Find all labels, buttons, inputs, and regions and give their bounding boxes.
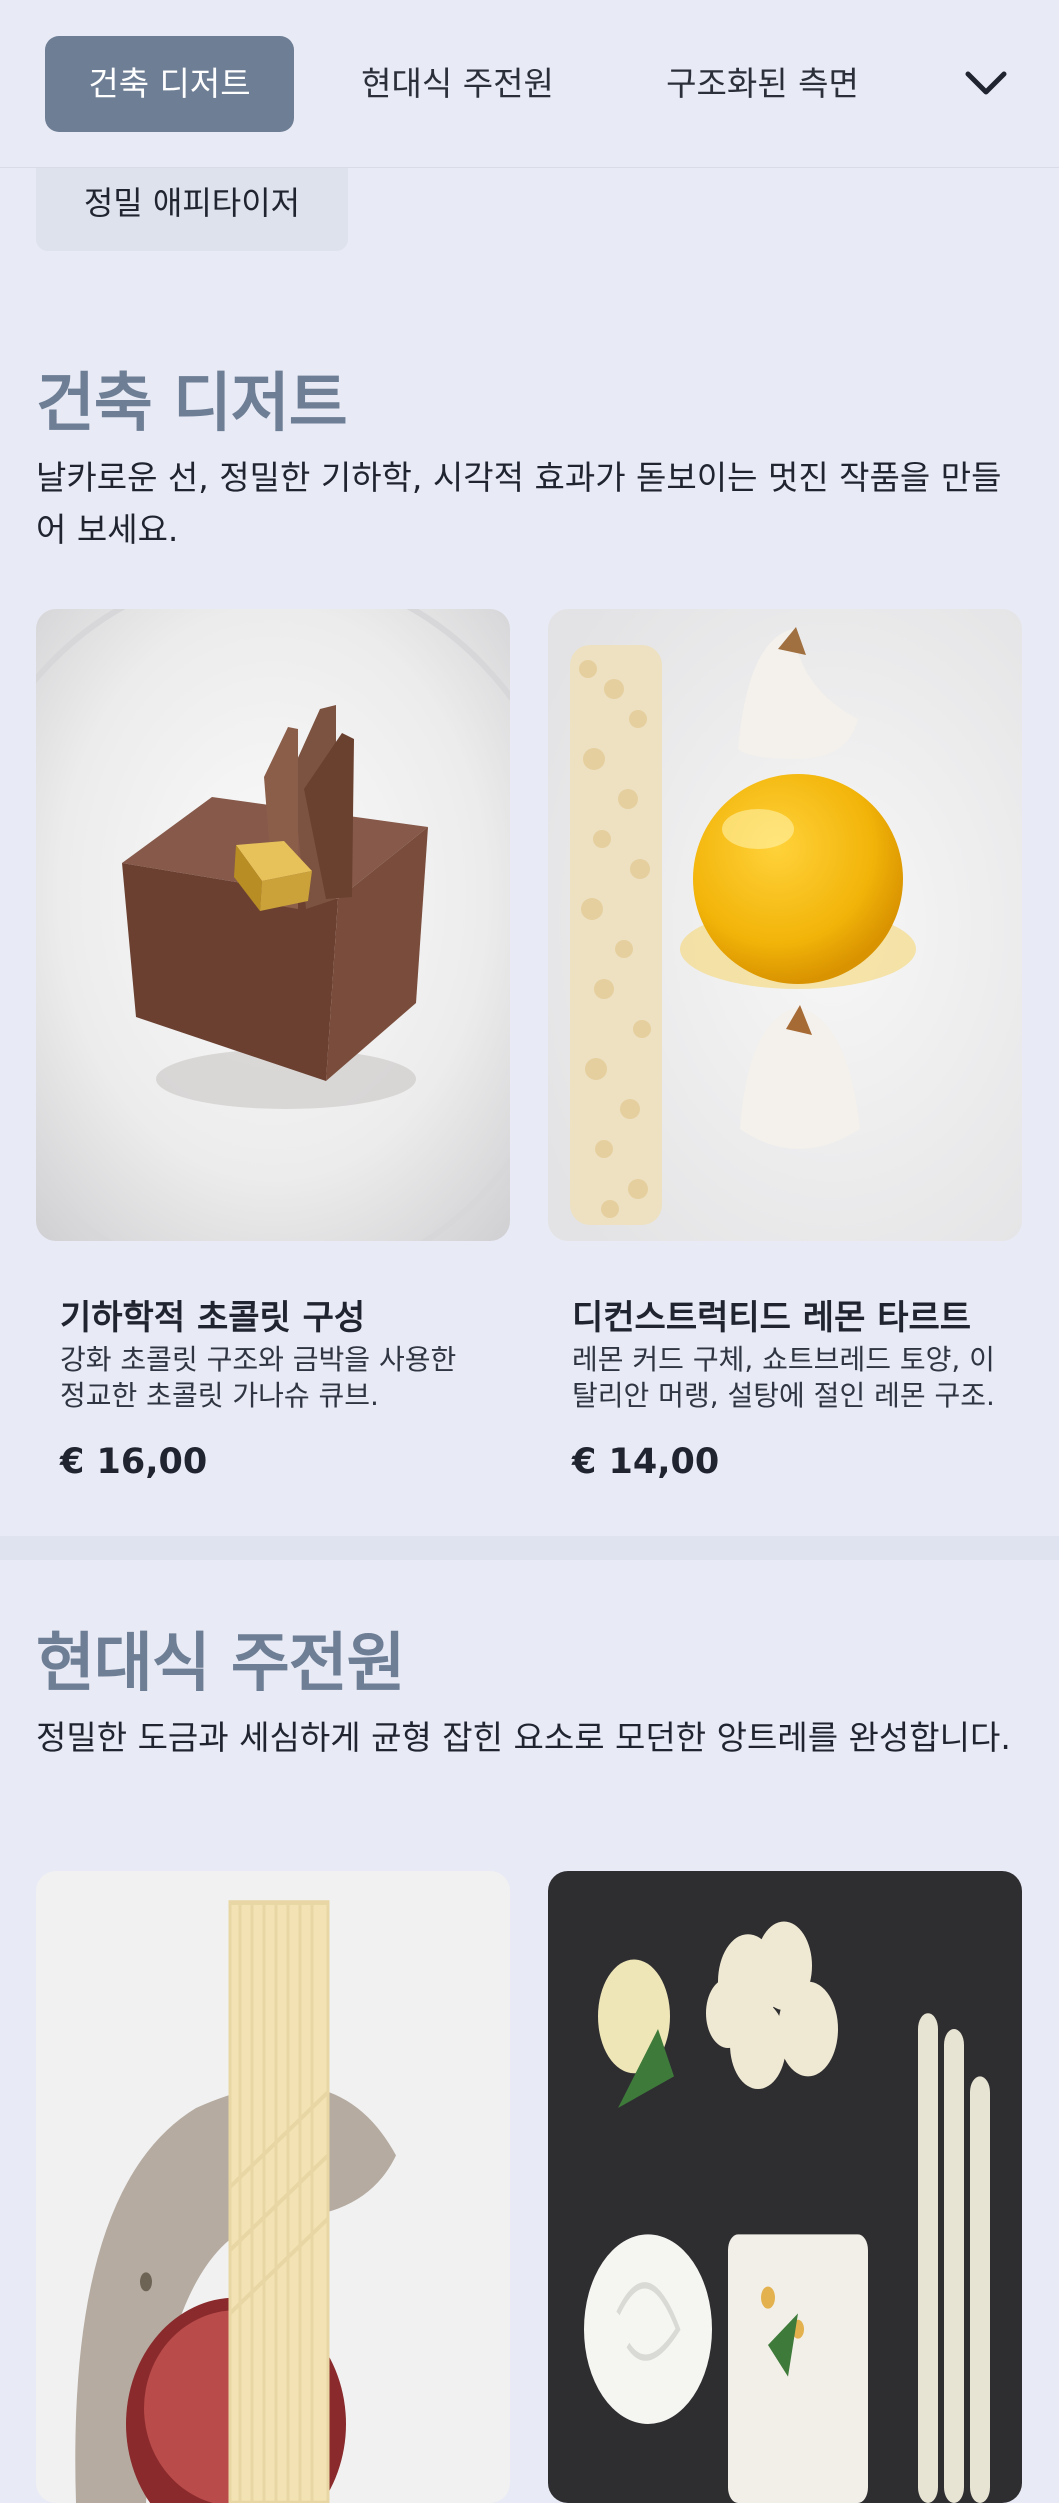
tab-modern-mains[interactable]: 현대식 주전원 xyxy=(330,36,585,132)
menu-item-image[interactable] xyxy=(548,609,1022,1241)
menu-item-image[interactable] xyxy=(548,1871,1022,2503)
menu-item-image[interactable] xyxy=(36,1871,510,2503)
section-title: 현대식 주전원 xyxy=(36,1627,406,1701)
menu-item-image[interactable] xyxy=(36,609,510,1241)
tab-architectural-desserts[interactable]: 건축 디저트 xyxy=(45,36,294,132)
menu-item-description: 레몬 커드 구체, 쇼트브레드 토양, 이탈리안 머랭, 설탕에 절인 레몬 구… xyxy=(572,1343,995,1412)
menu-item-price: € 16,00 xyxy=(60,1442,208,1482)
menu-item-description: 강화 초콜릿 구조와 금박을 사용한 정교한 초콜릿 가나슈 큐브. xyxy=(60,1343,457,1412)
menu-item-name: 기하학적 초콜릿 구성 xyxy=(60,1298,366,1338)
section-title: 건축 디저트 xyxy=(36,367,348,441)
section-divider xyxy=(0,1536,1059,1560)
section-description: 정밀한 도금과 세심하게 균형 잡힌 요소로 모던한 앙트레를 완성합니다. xyxy=(36,1718,1011,1757)
menu-item-price: € 14,00 xyxy=(572,1442,720,1482)
tab-precision-appetizers[interactable]: 정밀 애피타이저 xyxy=(36,168,348,251)
category-tab-bar: 건축 디저트 현대식 주전원 구조화된 측면 xyxy=(0,0,1059,168)
chevron-down-icon[interactable] xyxy=(962,62,1010,106)
menu-item-name: 디컨스트럭티드 레몬 타르트 xyxy=(572,1298,972,1338)
tab-structured-sides[interactable]: 구조화된 측면 xyxy=(640,36,885,132)
section-description: 날카로운 선, 정밀한 기하학, 시각적 효과가 돋보이는 멋진 작품을 만들어… xyxy=(36,458,1002,549)
